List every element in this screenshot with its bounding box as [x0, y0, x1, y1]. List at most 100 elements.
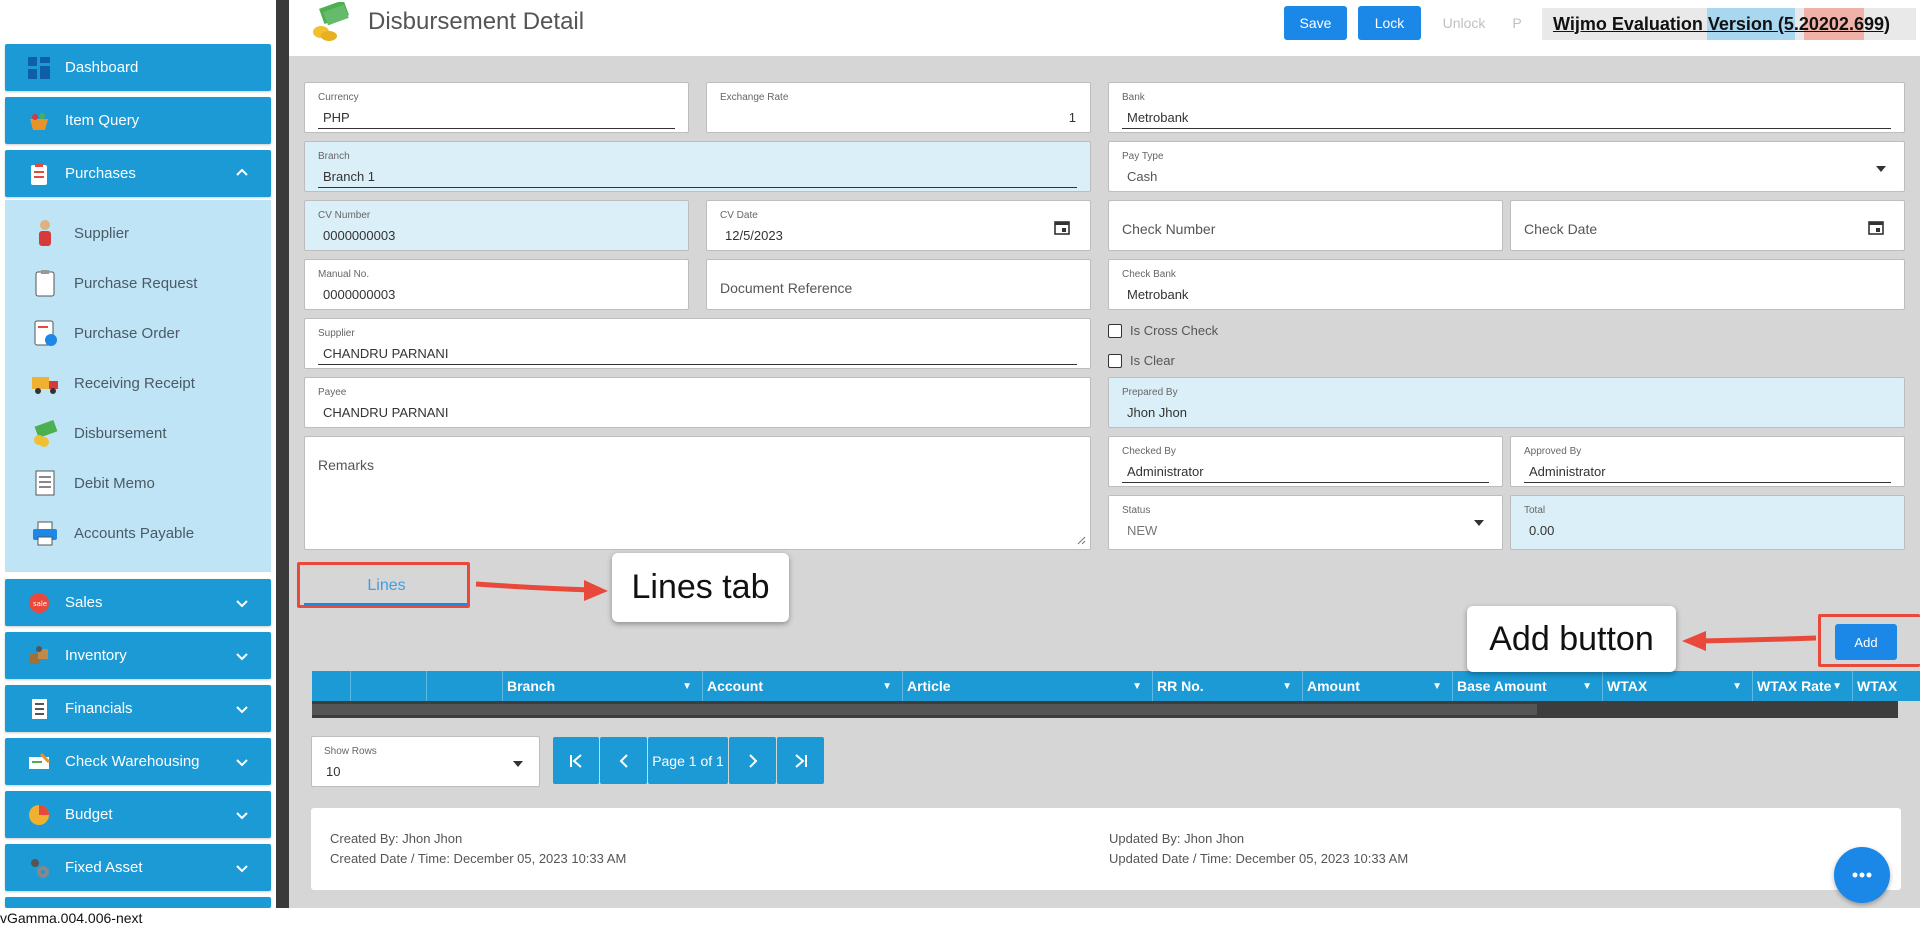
- field-value: Administrator: [1127, 464, 1204, 479]
- grid-column-branch[interactable]: Branch ▼: [503, 671, 703, 701]
- cv-date-field[interactable]: CV Date 12/5/2023: [706, 200, 1091, 251]
- dropdown-caret-icon[interactable]: [513, 761, 523, 767]
- field-label: Pay Type: [1122, 151, 1164, 162]
- check-number-field[interactable]: Check Number: [1108, 200, 1503, 251]
- check-icon: [27, 750, 51, 774]
- grid-column-base-amount[interactable]: Base Amount ▼: [1453, 671, 1603, 701]
- grid-column-actions[interactable]: [351, 671, 427, 701]
- sidebar-item-sales[interactable]: sale Sales: [5, 579, 271, 626]
- filter-icon[interactable]: ▼: [1132, 681, 1142, 692]
- sidebar-subitem-receiving-receipt[interactable]: Receiving Receipt: [5, 363, 271, 403]
- lock-button[interactable]: Lock: [1358, 6, 1421, 40]
- sidebar-subitem-purchase-order[interactable]: Purchase Order: [5, 313, 271, 353]
- prepared-by-field[interactable]: Prepared By Jhon Jhon: [1108, 377, 1905, 428]
- filter-icon[interactable]: ▼: [1732, 681, 1742, 692]
- sidebar-item-inventory[interactable]: Inventory: [5, 632, 271, 679]
- bank-field[interactable]: Bank Metrobank: [1108, 82, 1905, 133]
- exchange-rate-field[interactable]: Exchange Rate 1: [706, 82, 1091, 133]
- sidebar-item-financials[interactable]: Financials: [5, 685, 271, 732]
- sidebar-item-budget[interactable]: Budget: [5, 791, 271, 838]
- wijmo-evaluation-banner[interactable]: Wijmo Evaluation Version (5.20202.699): [1542, 8, 1916, 40]
- sidebar-item-dashboard[interactable]: Dashboard: [5, 44, 271, 91]
- checked-by-field[interactable]: Checked By Administrator: [1108, 436, 1503, 487]
- filter-icon[interactable]: ▼: [1832, 681, 1842, 692]
- supplier-field[interactable]: Supplier CHANDRU PARNANI: [304, 318, 1091, 369]
- sidebar-subitem-debit-memo[interactable]: Debit Memo: [5, 463, 271, 503]
- dropdown-caret-icon[interactable]: [1474, 520, 1484, 526]
- grid-column-amount[interactable]: Amount ▼: [1303, 671, 1453, 701]
- payee-field[interactable]: Payee CHANDRU PARNANI: [304, 377, 1091, 428]
- previous-page-button[interactable]: [600, 737, 647, 784]
- lines-tab-callout: Lines tab: [612, 553, 789, 622]
- arrow-icon: [475, 580, 608, 601]
- sidebar-item-purchases[interactable]: Purchases: [5, 150, 271, 197]
- more-actions-button[interactable]: [1834, 847, 1890, 903]
- field-underline: [318, 128, 675, 129]
- field-value: Branch 1: [323, 169, 376, 184]
- sidebar-item-label: Item Query: [65, 112, 140, 129]
- sidebar-item-fixed-asset[interactable]: Fixed Asset: [5, 844, 271, 891]
- last-page-button[interactable]: [777, 737, 824, 784]
- sidebar-item-label: Sales: [65, 594, 103, 611]
- checkbox-box[interactable]: [1108, 353, 1122, 368]
- filter-icon[interactable]: ▼: [1432, 681, 1442, 692]
- save-button[interactable]: Save: [1284, 6, 1347, 40]
- field-value: CHANDRU PARNANI: [323, 346, 449, 361]
- sidebar-item-check-warehousing[interactable]: Check Warehousing: [5, 738, 271, 785]
- field-placeholder: Document Reference: [720, 280, 853, 296]
- grid-horizontal-scrollbar[interactable]: [312, 701, 1898, 718]
- sidebar-subitem-supplier[interactable]: Supplier: [5, 213, 271, 253]
- currency-field[interactable]: Currency PHP: [304, 82, 689, 133]
- sidebar-subitem-purchase-request[interactable]: Purchase Request: [5, 263, 271, 303]
- approved-by-field[interactable]: Approved By Administrator: [1510, 436, 1905, 487]
- grid-column-wtax-rate[interactable]: WTAX Rate ▼: [1753, 671, 1853, 701]
- filter-icon[interactable]: ▼: [1582, 681, 1592, 692]
- filter-icon[interactable]: ▼: [882, 681, 892, 692]
- sidebar-subitem-label: Receiving Receipt: [74, 374, 195, 392]
- check-bank-field[interactable]: Check Bank Metrobank: [1108, 259, 1905, 310]
- sidebar-subitem-accounts-payable[interactable]: Accounts Payable: [5, 513, 271, 553]
- next-page-button[interactable]: [729, 737, 776, 784]
- manual-no-field[interactable]: Manual No. 0000000003: [304, 259, 689, 310]
- sidebar-subitem-disbursement[interactable]: Disbursement: [5, 413, 271, 453]
- grid-column-rr-no[interactable]: RR No. ▼: [1153, 671, 1303, 701]
- grid-column-wtax[interactable]: WTAX ▼: [1603, 671, 1753, 701]
- filter-icon[interactable]: ▼: [682, 681, 692, 692]
- checkbox-box[interactable]: [1108, 323, 1122, 338]
- scrollbar-thumb[interactable]: [312, 704, 1537, 715]
- calendar-icon[interactable]: [1868, 219, 1884, 235]
- field-value: Metrobank: [1127, 287, 1189, 302]
- remarks-textarea[interactable]: Remarks: [304, 436, 1091, 550]
- field-value: Administrator: [1529, 464, 1606, 479]
- grid-column-blank[interactable]: [427, 671, 503, 701]
- dashboard-icon: [27, 56, 51, 80]
- audit-footer: Created By: Jhon Jhon Created Date / Tim…: [311, 808, 1901, 890]
- grid-column-article[interactable]: Article ▼: [903, 671, 1153, 701]
- chevron-down-icon: [236, 759, 248, 767]
- grid-column-select[interactable]: [312, 671, 351, 701]
- field-underline: [318, 187, 1077, 188]
- sidebar-item-label: Financials: [65, 700, 133, 717]
- dropdown-caret-icon[interactable]: [1876, 166, 1886, 172]
- grid-column-account[interactable]: Account ▼: [703, 671, 903, 701]
- grid-column-wtax-2[interactable]: WTAX: [1853, 671, 1920, 701]
- pay-type-select[interactable]: Pay Type Cash: [1108, 141, 1905, 192]
- resize-handle-icon[interactable]: [1076, 535, 1086, 545]
- check-date-field[interactable]: Check Date: [1510, 200, 1905, 251]
- document-reference-field[interactable]: Document Reference: [706, 259, 1091, 310]
- sidebar-item-item-query[interactable]: Item Query: [5, 97, 271, 144]
- show-rows-select[interactable]: Show Rows 10: [311, 736, 540, 787]
- first-page-button[interactable]: [553, 737, 599, 784]
- cv-number-field[interactable]: CV Number 0000000003: [304, 200, 689, 251]
- is-cross-check-checkbox[interactable]: Is Cross Check: [1108, 323, 1218, 338]
- status-select[interactable]: Status NEW: [1108, 495, 1503, 550]
- branch-field[interactable]: Branch Branch 1: [304, 141, 1091, 192]
- is-clear-checkbox[interactable]: Is Clear: [1108, 353, 1175, 368]
- total-field[interactable]: Total 0.00: [1510, 495, 1905, 550]
- calendar-icon[interactable]: [1054, 219, 1070, 235]
- sidebar-item-more[interactable]: [5, 897, 271, 908]
- filter-icon[interactable]: ▼: [1282, 681, 1292, 692]
- unlock-button[interactable]: Unlock: [1432, 6, 1496, 40]
- print-button[interactable]: P: [1507, 6, 1527, 40]
- chevron-down-icon: [236, 706, 248, 714]
